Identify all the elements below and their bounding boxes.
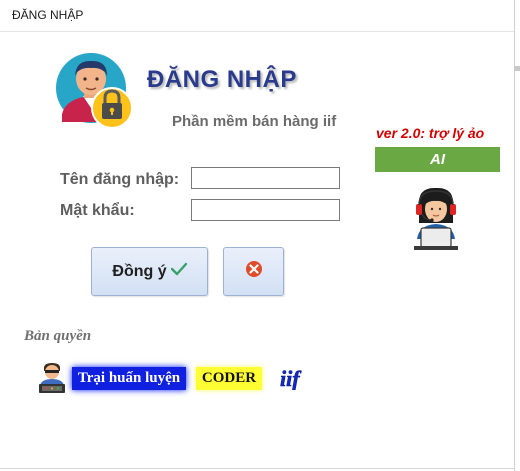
checkmark-icon [170, 262, 187, 281]
password-input[interactable] [191, 199, 340, 221]
window-bottom-edge [0, 468, 515, 469]
coder-badge[interactable]: CODER [196, 367, 262, 390]
user-lock-icon [54, 52, 133, 133]
version-label: ver 2.0: trợ lý ảo [376, 125, 485, 141]
username-input[interactable] [191, 167, 340, 189]
coder-person-icon [36, 362, 68, 399]
title-divider [0, 31, 514, 32]
scrollbar-marker[interactable] [514, 66, 520, 71]
iif-logo-icon[interactable]: iif [278, 366, 312, 395]
training-camp-badge[interactable]: Trại huấn luyện [72, 367, 186, 390]
password-label: Mật khẩu: [60, 202, 135, 219]
ok-button-label: Đồng ý [112, 262, 167, 280]
window-title: ĐĂNG NHẬP [12, 8, 84, 22]
ai-button[interactable]: AI [375, 147, 500, 172]
ok-button[interactable]: Đồng ý [91, 247, 208, 296]
virtual-assistant-icon[interactable] [411, 187, 461, 256]
username-label: Tên đăng nhập: [60, 171, 180, 188]
cancel-button[interactable] [223, 247, 284, 296]
iif-logo-text: iif [280, 366, 302, 390]
page-heading: ĐĂNG NHẬP [147, 66, 297, 93]
cancel-x-icon [245, 260, 263, 283]
copyright-label: Bản quyền [24, 328, 92, 344]
app-subtitle: Phần mềm bán hàng iif [172, 113, 337, 130]
